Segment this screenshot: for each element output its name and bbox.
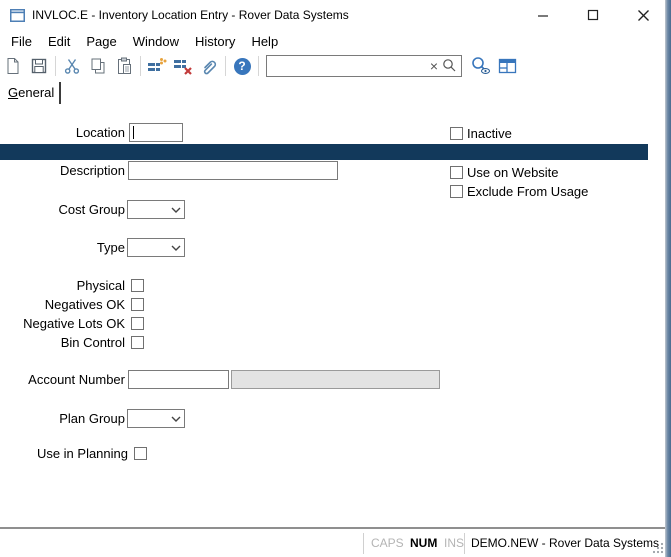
use-on-website-checkbox[interactable] [450, 166, 463, 179]
negative-lots-ok-label: Negative Lots OK [0, 314, 125, 333]
cost-group-select[interactable] [127, 200, 185, 219]
copy-icon [88, 56, 108, 76]
app-window: INVLOC.E - Inventory Location Entry - Ro… [0, 0, 671, 557]
tab-cursor-bar [59, 82, 61, 104]
paste-icon [114, 56, 134, 76]
statusbar-top-line [0, 527, 665, 529]
description-input[interactable] [128, 161, 338, 180]
minimize-button[interactable] [522, 0, 564, 30]
chevron-down-icon [171, 416, 181, 423]
toolbar-separator [55, 56, 56, 76]
description-label: Description [0, 161, 125, 180]
use-in-planning-checkbox[interactable] [134, 447, 147, 460]
statusbar-divider [464, 533, 465, 554]
menu-window[interactable]: Window [132, 33, 180, 50]
lookup-eye-icon [470, 56, 492, 76]
paperclip-icon [199, 56, 219, 76]
chevron-down-icon [171, 245, 181, 252]
negatives-ok-label: Negatives OK [0, 295, 125, 314]
caps-indicator: CAPS [371, 530, 404, 557]
menu-file[interactable]: File [10, 33, 33, 50]
account-description-display [231, 370, 440, 389]
bin-control-checkbox[interactable] [131, 336, 144, 349]
search-icon[interactable] [442, 58, 457, 78]
window-title: INVLOC.E - Inventory Location Entry - Ro… [32, 0, 349, 30]
account-number-input[interactable] [128, 370, 229, 389]
inactive-label: Inactive [467, 124, 512, 143]
insert-record-icon [146, 56, 168, 76]
plan-group-select[interactable] [127, 409, 185, 428]
form-view-icon [497, 56, 518, 76]
chevron-down-icon [171, 207, 181, 214]
resize-grip[interactable] [651, 541, 665, 557]
new-document-icon [3, 56, 23, 76]
window-right-border [665, 0, 671, 557]
physical-label: Physical [0, 276, 125, 295]
new-record-button[interactable] [0, 54, 26, 78]
bin-control-label: Bin Control [0, 333, 125, 352]
maximize-icon [587, 9, 599, 21]
app-icon [10, 9, 25, 27]
form-view-button[interactable] [494, 54, 520, 78]
menu-page[interactable]: Page [85, 33, 117, 50]
toolbar: ? × [0, 52, 660, 80]
maximize-button[interactable] [572, 0, 614, 30]
session-context: DEMO.NEW - Rover Data Systems [471, 530, 659, 557]
cost-group-label: Cost Group [0, 200, 125, 219]
plan-group-label: Plan Group [0, 409, 125, 428]
close-icon [637, 9, 650, 22]
account-number-label: Account Number [0, 370, 125, 389]
search-box: × [266, 55, 462, 77]
physical-checkbox[interactable] [131, 279, 144, 292]
section-divider-band [0, 144, 648, 160]
paste-button[interactable] [111, 54, 137, 78]
menu-bar: File Edit Page Window History Help [0, 30, 670, 53]
toolbar-separator [140, 56, 141, 76]
type-select[interactable] [127, 238, 185, 257]
negatives-ok-checkbox[interactable] [131, 298, 144, 311]
title-bar[interactable]: INVLOC.E - Inventory Location Entry - Ro… [0, 0, 665, 30]
exclude-from-usage-checkbox[interactable] [450, 185, 463, 198]
menu-history[interactable]: History [194, 33, 236, 50]
text-caret [133, 126, 134, 139]
toolbar-separator [258, 56, 259, 76]
ins-indicator: INS [444, 530, 464, 557]
tab-general-accel: G [8, 85, 18, 100]
minimize-icon [537, 9, 549, 21]
lookup-button[interactable] [468, 54, 494, 78]
attachment-button[interactable] [196, 54, 222, 78]
use-in-planning-label: Use in Planning [0, 444, 128, 463]
menu-edit[interactable]: Edit [47, 33, 71, 50]
status-bar: CAPS NUM INS DEMO.NEW - Rover Data Syste… [0, 530, 665, 557]
help-button[interactable]: ? [229, 54, 255, 78]
copy-button[interactable] [85, 54, 111, 78]
tab-general[interactable]: General [8, 85, 54, 100]
use-on-website-label: Use on Website [467, 163, 559, 182]
type-label: Type [0, 238, 125, 257]
cut-icon [62, 56, 82, 76]
save-button[interactable] [26, 54, 52, 78]
statusbar-divider [363, 533, 364, 554]
location-input[interactable] [129, 123, 183, 142]
num-indicator: NUM [410, 530, 437, 557]
insert-record-button[interactable] [144, 54, 170, 78]
exclude-from-usage-label: Exclude From Usage [467, 182, 588, 201]
negative-lots-ok-checkbox[interactable] [131, 317, 144, 330]
clear-search-icon[interactable]: × [430, 57, 438, 75]
delete-record-icon [172, 56, 194, 76]
location-label: Location [0, 123, 125, 142]
help-icon: ? [234, 58, 251, 75]
delete-record-button[interactable] [170, 54, 196, 78]
cut-button[interactable] [59, 54, 85, 78]
toolbar-separator [225, 56, 226, 76]
tab-general-label: eneral [18, 85, 54, 100]
close-button[interactable] [622, 0, 664, 30]
menu-help[interactable]: Help [250, 33, 279, 50]
inactive-checkbox[interactable] [450, 127, 463, 140]
resize-grip-icon [651, 541, 665, 555]
save-icon [29, 56, 49, 76]
